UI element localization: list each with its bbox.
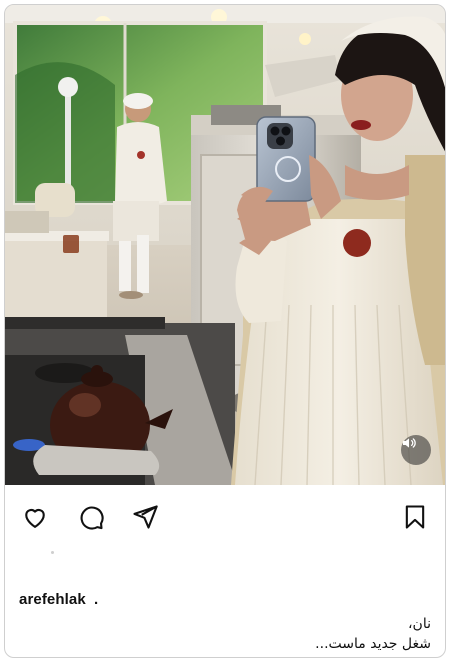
caption-line-1: نان، [408,616,431,632]
bakery-photo [5,5,445,485]
speaker-icon [403,438,416,448]
post-media[interactable] [5,5,445,485]
send-icon [133,505,158,529]
bookmark-icon [405,505,425,529]
comment-button[interactable] [75,501,107,533]
post-username[interactable]: arefehlak [19,591,86,608]
caption-line-2: شغل جدید ماست... [315,636,431,652]
comment-icon [80,506,104,530]
sound-toggle-button[interactable] [401,435,431,465]
save-button[interactable] [399,501,431,533]
heart-icon [25,508,45,528]
username-separator: . [94,591,99,608]
likes-loading-dot [51,551,54,554]
instagram-post-card: arefehlak . نان، شغل جدید ماست... [4,4,446,658]
post-action-bar [5,497,445,539]
like-button[interactable] [19,501,51,533]
share-button[interactable] [129,501,161,533]
